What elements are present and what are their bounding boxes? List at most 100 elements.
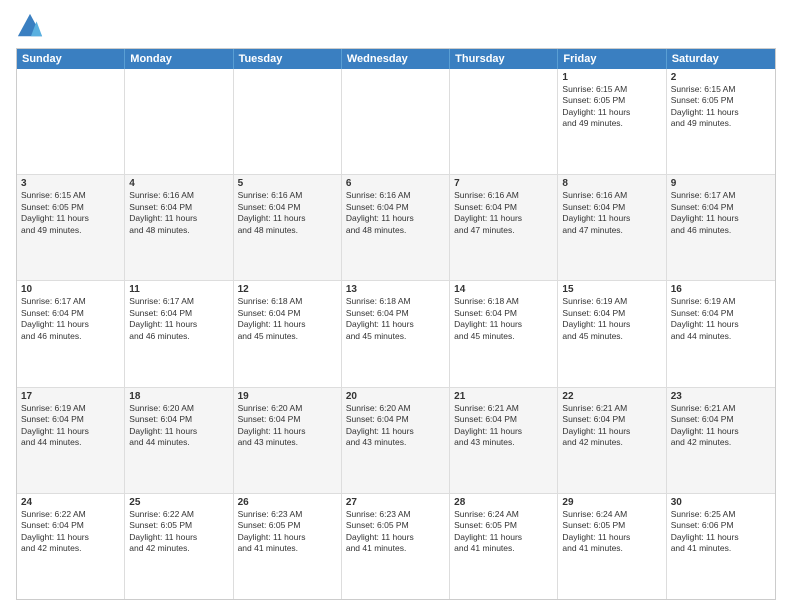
calendar: SundayMondayTuesdayWednesdayThursdayFrid… — [16, 48, 776, 600]
header — [16, 12, 776, 40]
sun-info: Sunrise: 6:19 AM Sunset: 6:04 PM Dayligh… — [562, 296, 661, 342]
calendar-cell: 5Sunrise: 6:16 AM Sunset: 6:04 PM Daylig… — [234, 175, 342, 280]
header-cell-wednesday: Wednesday — [342, 49, 450, 69]
calendar-cell — [17, 69, 125, 174]
sun-info: Sunrise: 6:22 AM Sunset: 6:05 PM Dayligh… — [129, 509, 228, 555]
header-cell-saturday: Saturday — [667, 49, 775, 69]
day-number: 21 — [454, 391, 553, 402]
calendar-cell: 17Sunrise: 6:19 AM Sunset: 6:04 PM Dayli… — [17, 388, 125, 493]
header-cell-tuesday: Tuesday — [234, 49, 342, 69]
calendar-row: 24Sunrise: 6:22 AM Sunset: 6:04 PM Dayli… — [17, 493, 775, 599]
logo-icon — [16, 12, 44, 40]
calendar-cell: 27Sunrise: 6:23 AM Sunset: 6:05 PM Dayli… — [342, 494, 450, 599]
logo — [16, 12, 48, 40]
calendar-cell: 3Sunrise: 6:15 AM Sunset: 6:05 PM Daylig… — [17, 175, 125, 280]
calendar-cell: 22Sunrise: 6:21 AM Sunset: 6:04 PM Dayli… — [558, 388, 666, 493]
calendar-cell: 23Sunrise: 6:21 AM Sunset: 6:04 PM Dayli… — [667, 388, 775, 493]
calendar-cell: 21Sunrise: 6:21 AM Sunset: 6:04 PM Dayli… — [450, 388, 558, 493]
day-number: 24 — [21, 497, 120, 508]
header-cell-thursday: Thursday — [450, 49, 558, 69]
calendar-row: 1 Sunrise: 6:15 AM Sunset: 6:05 PM Daylig… — [17, 69, 775, 174]
calendar-cell: 7Sunrise: 6:16 AM Sunset: 6:04 PM Daylig… — [450, 175, 558, 280]
calendar-cell: 26Sunrise: 6:23 AM Sunset: 6:05 PM Dayli… — [234, 494, 342, 599]
sun-info: Sunrise: 6:23 AM Sunset: 6:05 PM Dayligh… — [238, 509, 337, 555]
calendar-cell: 1Sunrise: 6:15 AM Sunset: 6:05 PM Daylig… — [558, 69, 666, 174]
sun-info: Sunrise: 6:21 AM Sunset: 6:04 PM Dayligh… — [562, 403, 661, 449]
sun-info: Sunrise: 6:24 AM Sunset: 6:05 PM Dayligh… — [562, 509, 661, 555]
calendar-cell: 15Sunrise: 6:19 AM Sunset: 6:04 PM Dayli… — [558, 281, 666, 386]
day-number: 6 — [346, 178, 445, 189]
sun-info: Sunrise: 6:19 AM Sunset: 6:04 PM Dayligh… — [21, 403, 120, 449]
calendar-cell — [125, 69, 233, 174]
day-number: 11 — [129, 284, 228, 295]
calendar-cell: 4Sunrise: 6:16 AM Sunset: 6:04 PM Daylig… — [125, 175, 233, 280]
header-cell-sunday: Sunday — [17, 49, 125, 69]
sun-info: Sunrise: 6:17 AM Sunset: 6:04 PM Dayligh… — [129, 296, 228, 342]
calendar-header: SundayMondayTuesdayWednesdayThursdayFrid… — [17, 49, 775, 69]
sun-info: Sunrise: 6:16 AM Sunset: 6:04 PM Dayligh… — [346, 190, 445, 236]
sun-info: Sunrise: 6:17 AM Sunset: 6:04 PM Dayligh… — [21, 296, 120, 342]
day-number: 28 — [454, 497, 553, 508]
sun-info: Sunrise: 6:20 AM Sunset: 6:04 PM Dayligh… — [238, 403, 337, 449]
day-number: 14 — [454, 284, 553, 295]
calendar-cell — [342, 69, 450, 174]
calendar-cell: 10Sunrise: 6:17 AM Sunset: 6:04 PM Dayli… — [17, 281, 125, 386]
sun-info: Sunrise: 6:16 AM Sunset: 6:04 PM Dayligh… — [129, 190, 228, 236]
sun-info: Sunrise: 6:18 AM Sunset: 6:04 PM Dayligh… — [238, 296, 337, 342]
sun-info: Sunrise: 6:15 AM Sunset: 6:05 PM Dayligh… — [21, 190, 120, 236]
calendar-cell: 6Sunrise: 6:16 AM Sunset: 6:04 PM Daylig… — [342, 175, 450, 280]
day-number: 26 — [238, 497, 337, 508]
calendar-cell: 28Sunrise: 6:24 AM Sunset: 6:05 PM Dayli… — [450, 494, 558, 599]
calendar-cell: 8Sunrise: 6:16 AM Sunset: 6:04 PM Daylig… — [558, 175, 666, 280]
sun-info: Sunrise: 6:18 AM Sunset: 6:04 PM Dayligh… — [454, 296, 553, 342]
day-number: 13 — [346, 284, 445, 295]
day-number: 25 — [129, 497, 228, 508]
day-number: 16 — [671, 284, 771, 295]
sun-info: Sunrise: 6:16 AM Sunset: 6:04 PM Dayligh… — [562, 190, 661, 236]
calendar-cell: 24Sunrise: 6:22 AM Sunset: 6:04 PM Dayli… — [17, 494, 125, 599]
sun-info: Sunrise: 6:16 AM Sunset: 6:04 PM Dayligh… — [238, 190, 337, 236]
day-number: 19 — [238, 391, 337, 402]
calendar-body: 1 Sunrise: 6:15 AM Sunset: 6:05 PM Daylig… — [17, 69, 775, 599]
day-number: 20 — [346, 391, 445, 402]
day-number: 5 — [238, 178, 337, 189]
calendar-cell: 2Sunrise: 6:15 AM Sunset: 6:05 PM Daylig… — [667, 69, 775, 174]
sun-info: Sunrise: 6:15 AM Sunset: 6:05 PM Dayligh… — [671, 84, 771, 130]
sun-info: Sunrise: 6:20 AM Sunset: 6:04 PM Dayligh… — [129, 403, 228, 449]
calendar-cell: 12Sunrise: 6:18 AM Sunset: 6:04 PM Dayli… — [234, 281, 342, 386]
day-number: 22 — [562, 391, 661, 402]
calendar-cell: 11Sunrise: 6:17 AM Sunset: 6:04 PM Dayli… — [125, 281, 233, 386]
sun-info: Sunrise: 6:22 AM Sunset: 6:04 PM Dayligh… — [21, 509, 120, 555]
page: SundayMondayTuesdayWednesdayThursdayFrid… — [0, 0, 792, 612]
day-number: 9 — [671, 178, 771, 189]
day-number: 29 — [562, 497, 661, 508]
day-number: 7 — [454, 178, 553, 189]
header-cell-monday: Monday — [125, 49, 233, 69]
day-number: 8 — [562, 178, 661, 189]
sun-info: Sunrise: 6:21 AM Sunset: 6:04 PM Dayligh… — [454, 403, 553, 449]
calendar-cell — [450, 69, 558, 174]
sun-info: Sunrise: 6:19 AM Sunset: 6:04 PM Dayligh… — [671, 296, 771, 342]
day-number: 17 — [21, 391, 120, 402]
day-number: 18 — [129, 391, 228, 402]
day-number: 10 — [21, 284, 120, 295]
calendar-cell: 29Sunrise: 6:24 AM Sunset: 6:05 PM Dayli… — [558, 494, 666, 599]
header-cell-friday: Friday — [558, 49, 666, 69]
day-number: 1 — [562, 72, 661, 83]
calendar-row: 17Sunrise: 6:19 AM Sunset: 6:04 PM Dayli… — [17, 387, 775, 493]
sun-info: Sunrise: 6:21 AM Sunset: 6:04 PM Dayligh… — [671, 403, 771, 449]
sun-info: Sunrise: 6:18 AM Sunset: 6:04 PM Dayligh… — [346, 296, 445, 342]
calendar-cell: 13Sunrise: 6:18 AM Sunset: 6:04 PM Dayli… — [342, 281, 450, 386]
calendar-row: 3Sunrise: 6:15 AM Sunset: 6:05 PM Daylig… — [17, 174, 775, 280]
calendar-cell — [234, 69, 342, 174]
day-number: 23 — [671, 391, 771, 402]
calendar-cell: 14Sunrise: 6:18 AM Sunset: 6:04 PM Dayli… — [450, 281, 558, 386]
day-number: 30 — [671, 497, 771, 508]
calendar-cell: 18Sunrise: 6:20 AM Sunset: 6:04 PM Dayli… — [125, 388, 233, 493]
day-number: 12 — [238, 284, 337, 295]
sun-info: Sunrise: 6:24 AM Sunset: 6:05 PM Dayligh… — [454, 509, 553, 555]
sun-info: Sunrise: 6:20 AM Sunset: 6:04 PM Dayligh… — [346, 403, 445, 449]
sun-info: Sunrise: 6:16 AM Sunset: 6:04 PM Dayligh… — [454, 190, 553, 236]
day-number: 27 — [346, 497, 445, 508]
sun-info: Sunrise: 6:23 AM Sunset: 6:05 PM Dayligh… — [346, 509, 445, 555]
